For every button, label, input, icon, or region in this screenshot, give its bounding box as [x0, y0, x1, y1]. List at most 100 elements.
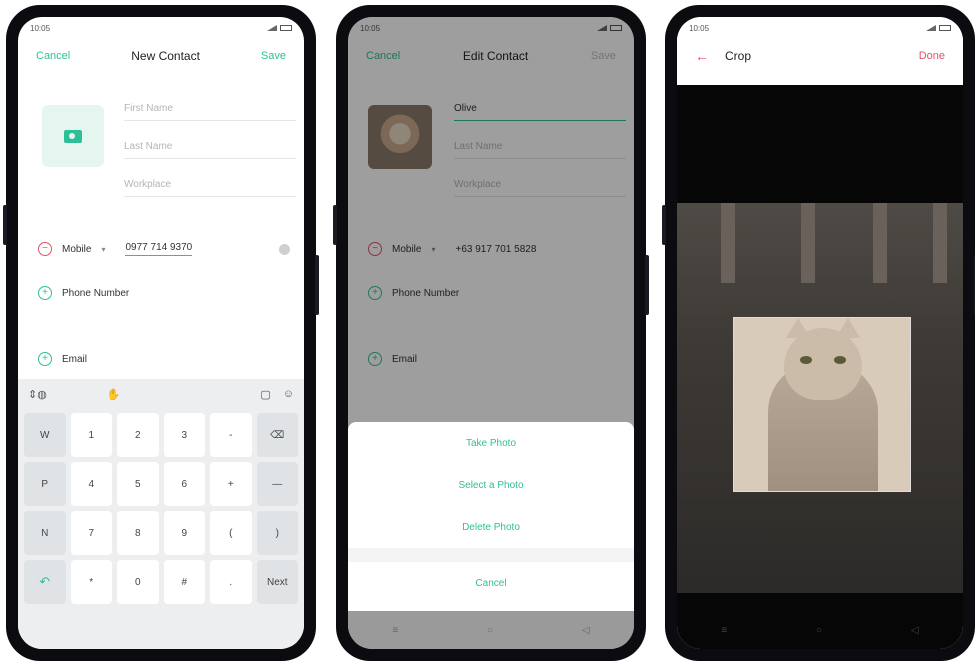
- status-time: 10:05: [689, 23, 710, 33]
- signal-icon: [267, 25, 277, 31]
- crop-area: ≡ ○ ◁: [677, 85, 963, 649]
- phone-number-row[interactable]: + Phone Number: [38, 279, 290, 307]
- divider: [348, 548, 634, 562]
- workplace-field[interactable]: Workplace: [124, 173, 296, 197]
- key[interactable]: ⌫: [256, 413, 298, 457]
- title-bar: Cancel New Contact Save: [18, 39, 304, 73]
- add-icon: +: [38, 352, 52, 366]
- back-icon[interactable]: ◁: [582, 625, 590, 636]
- key[interactable]: W: [24, 413, 66, 457]
- home-icon[interactable]: ○: [487, 625, 493, 636]
- key[interactable]: ): [256, 511, 298, 555]
- key[interactable]: 7: [70, 511, 112, 555]
- screen: 10:05 Cancel Edit Contact Save Olive Las…: [348, 17, 634, 649]
- key[interactable]: Next: [256, 560, 298, 604]
- key[interactable]: *: [70, 560, 112, 604]
- delete-photo-option[interactable]: Delete Photo: [348, 506, 634, 548]
- key[interactable]: 2: [117, 413, 159, 457]
- key[interactable]: #: [163, 560, 205, 604]
- emoji-icon[interactable]: ☺: [283, 388, 294, 400]
- email-label: Email: [62, 353, 88, 365]
- cursor-icon[interactable]: ⇕: [28, 388, 37, 401]
- page-title: Crop: [725, 49, 752, 63]
- mobile-number-input[interactable]: 0977 714 9370: [125, 242, 193, 256]
- cat-head: [784, 318, 862, 400]
- phone-new-contact: 10:05 Cancel New Contact Save First Name…: [3, 5, 319, 661]
- sheet-cancel-button[interactable]: Cancel: [348, 562, 634, 604]
- cat-eye: [800, 356, 812, 364]
- key[interactable]: 3: [163, 413, 205, 457]
- key[interactable]: N: [24, 511, 66, 555]
- side-button: [662, 205, 666, 245]
- photo-action-sheet: Take Photo Select a Photo Delete Photo C…: [348, 422, 634, 611]
- crop-frame[interactable]: [733, 317, 911, 492]
- page-title: New Contact: [131, 49, 200, 63]
- screen: 10:05 Cancel New Contact Save First Name…: [18, 17, 304, 649]
- menu-icon[interactable]: ≡: [392, 625, 398, 636]
- photo-detail: [721, 203, 735, 283]
- clipboard-icon[interactable]: ▢: [260, 388, 270, 401]
- clear-icon[interactable]: [279, 243, 290, 255]
- cancel-button[interactable]: Cancel: [36, 50, 70, 62]
- hand-icon[interactable]: ✋: [107, 388, 121, 401]
- battery-icon: [939, 25, 951, 31]
- last-name-field[interactable]: Last Name: [124, 135, 296, 159]
- key[interactable]: -: [210, 413, 252, 457]
- chevron-down-icon: ▾: [101, 244, 106, 254]
- status-icons: [267, 25, 292, 31]
- nav-bar: ≡ ○ ◁: [348, 611, 634, 649]
- nav-bar: ≡ ○ ◁: [677, 611, 963, 649]
- key[interactable]: 9: [163, 511, 205, 555]
- keyboard: ⇕ ◍ ✋ ▢ ☺ W 1 2 3- ⌫ P 4 5 6 + — N 7 8 9() ↶ * 0 #. Next: [18, 379, 304, 649]
- side-button: [333, 205, 337, 245]
- email-row[interactable]: + Email: [38, 345, 290, 373]
- power-button: [645, 255, 649, 315]
- power-button: [315, 255, 319, 315]
- key[interactable]: 8: [117, 511, 159, 555]
- done-button[interactable]: Done: [919, 50, 945, 62]
- key[interactable]: +: [210, 462, 252, 506]
- phone-crop: 10:05 ← Crop Done ≡ ○ ◁: [662, 5, 975, 661]
- key[interactable]: (: [210, 511, 252, 555]
- globe-icon[interactable]: ◍: [37, 388, 47, 401]
- phone-number-label: Phone Number: [62, 287, 130, 299]
- first-name-field[interactable]: First Name: [124, 97, 296, 121]
- key[interactable]: 5: [117, 462, 159, 506]
- mobile-type-select[interactable]: Mobile: [62, 244, 91, 255]
- status-bar: 10:05: [677, 17, 963, 39]
- key[interactable]: .: [210, 560, 252, 604]
- key-grid: W 1 2 3- ⌫ P 4 5 6 + — N 7 8 9() ↶ * 0 #. Next: [18, 409, 304, 608]
- side-button: [3, 205, 7, 245]
- key[interactable]: 6: [163, 462, 205, 506]
- keyboard-toolbar: ⇕ ◍ ✋ ▢ ☺: [18, 379, 304, 409]
- home-icon[interactable]: ○: [816, 625, 822, 636]
- crop-header: 10:05 ← Crop Done: [677, 17, 963, 85]
- key[interactable]: P: [24, 462, 66, 506]
- key[interactable]: 0: [117, 560, 159, 604]
- back-icon[interactable]: ◁: [911, 625, 919, 636]
- menu-icon[interactable]: ≡: [721, 625, 727, 636]
- key[interactable]: ↶: [24, 560, 66, 604]
- select-photo-option[interactable]: Select a Photo: [348, 464, 634, 506]
- back-arrow-icon[interactable]: ←: [695, 48, 709, 64]
- status-icons: [926, 25, 951, 31]
- add-photo-button[interactable]: [42, 105, 104, 167]
- cat-eye: [834, 356, 846, 364]
- key[interactable]: 1: [70, 413, 112, 457]
- photo-detail: [801, 203, 815, 283]
- mobile-row: − Mobile ▾ 0977 714 9370: [38, 235, 290, 263]
- status-time: 10:05: [30, 23, 51, 33]
- status-bar: 10:05: [18, 17, 304, 39]
- photo-detail: [933, 203, 947, 283]
- remove-icon[interactable]: −: [38, 242, 52, 256]
- key[interactable]: 4: [70, 462, 112, 506]
- add-icon: +: [38, 286, 52, 300]
- cat-ear: [836, 318, 860, 338]
- take-photo-option[interactable]: Take Photo: [348, 422, 634, 464]
- photo-detail: [873, 203, 887, 283]
- cat-ear: [786, 318, 810, 338]
- key[interactable]: —: [256, 462, 298, 506]
- camera-icon: [64, 129, 82, 143]
- save-button[interactable]: Save: [261, 50, 286, 62]
- cat-photo: [677, 203, 963, 593]
